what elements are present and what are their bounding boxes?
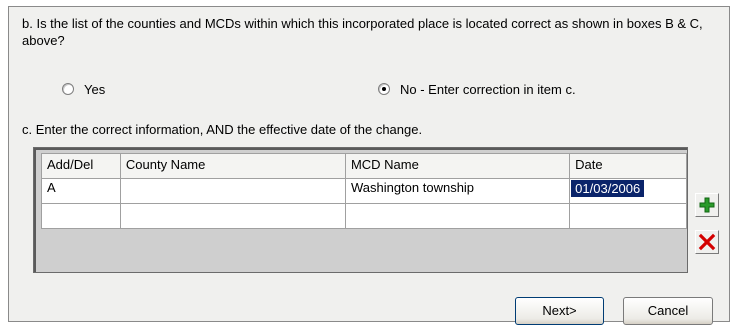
cell-add-del[interactable] [41, 203, 121, 229]
yes-radio[interactable]: Yes [62, 80, 105, 98]
correction-table: Add/Del County Name MCD Name Date A Wash… [41, 153, 687, 229]
instruction-c: c. Enter the correct information, AND th… [22, 122, 423, 137]
cell-mcd-name[interactable] [344, 203, 571, 229]
selected-date-value[interactable]: 01/03/2006 [571, 180, 645, 197]
no-radio-label[interactable]: No - Enter correction in item c. [400, 82, 576, 97]
cell-date[interactable]: 01/03/2006 [569, 178, 687, 204]
x-icon [698, 233, 716, 251]
plus-icon [699, 197, 715, 213]
correction-grid: Add/Del County Name MCD Name Date A Wash… [33, 147, 688, 273]
question-b: b. Is the list of the counties and MCDs … [22, 16, 703, 48]
table-row[interactable] [41, 203, 687, 229]
add-row-button[interactable] [695, 193, 719, 217]
no-radio-circle[interactable] [378, 83, 390, 95]
cell-county-name[interactable] [119, 203, 346, 229]
cell-mcd-name[interactable]: Washington township [344, 178, 571, 204]
column-header-add-del[interactable]: Add/Del [41, 153, 121, 179]
yes-radio-label[interactable]: Yes [84, 82, 105, 97]
column-header-mcd-name[interactable]: MCD Name [344, 153, 571, 179]
table-header-row: Add/Del County Name MCD Name Date [41, 153, 687, 179]
next-button[interactable]: Next> [515, 297, 604, 325]
yes-radio-circle[interactable] [62, 83, 74, 95]
column-header-date[interactable]: Date [569, 153, 687, 179]
cell-date[interactable] [569, 203, 687, 229]
delete-row-button[interactable] [695, 230, 719, 254]
cell-add-del[interactable]: A [41, 178, 121, 204]
no-radio[interactable]: No - Enter correction in item c. [378, 80, 576, 98]
column-header-county-name[interactable]: County Name [119, 153, 346, 179]
table-row[interactable]: A Washington township 01/03/2006 [41, 178, 687, 204]
cancel-button[interactable]: Cancel [623, 297, 713, 325]
cell-county-name[interactable] [119, 178, 346, 204]
